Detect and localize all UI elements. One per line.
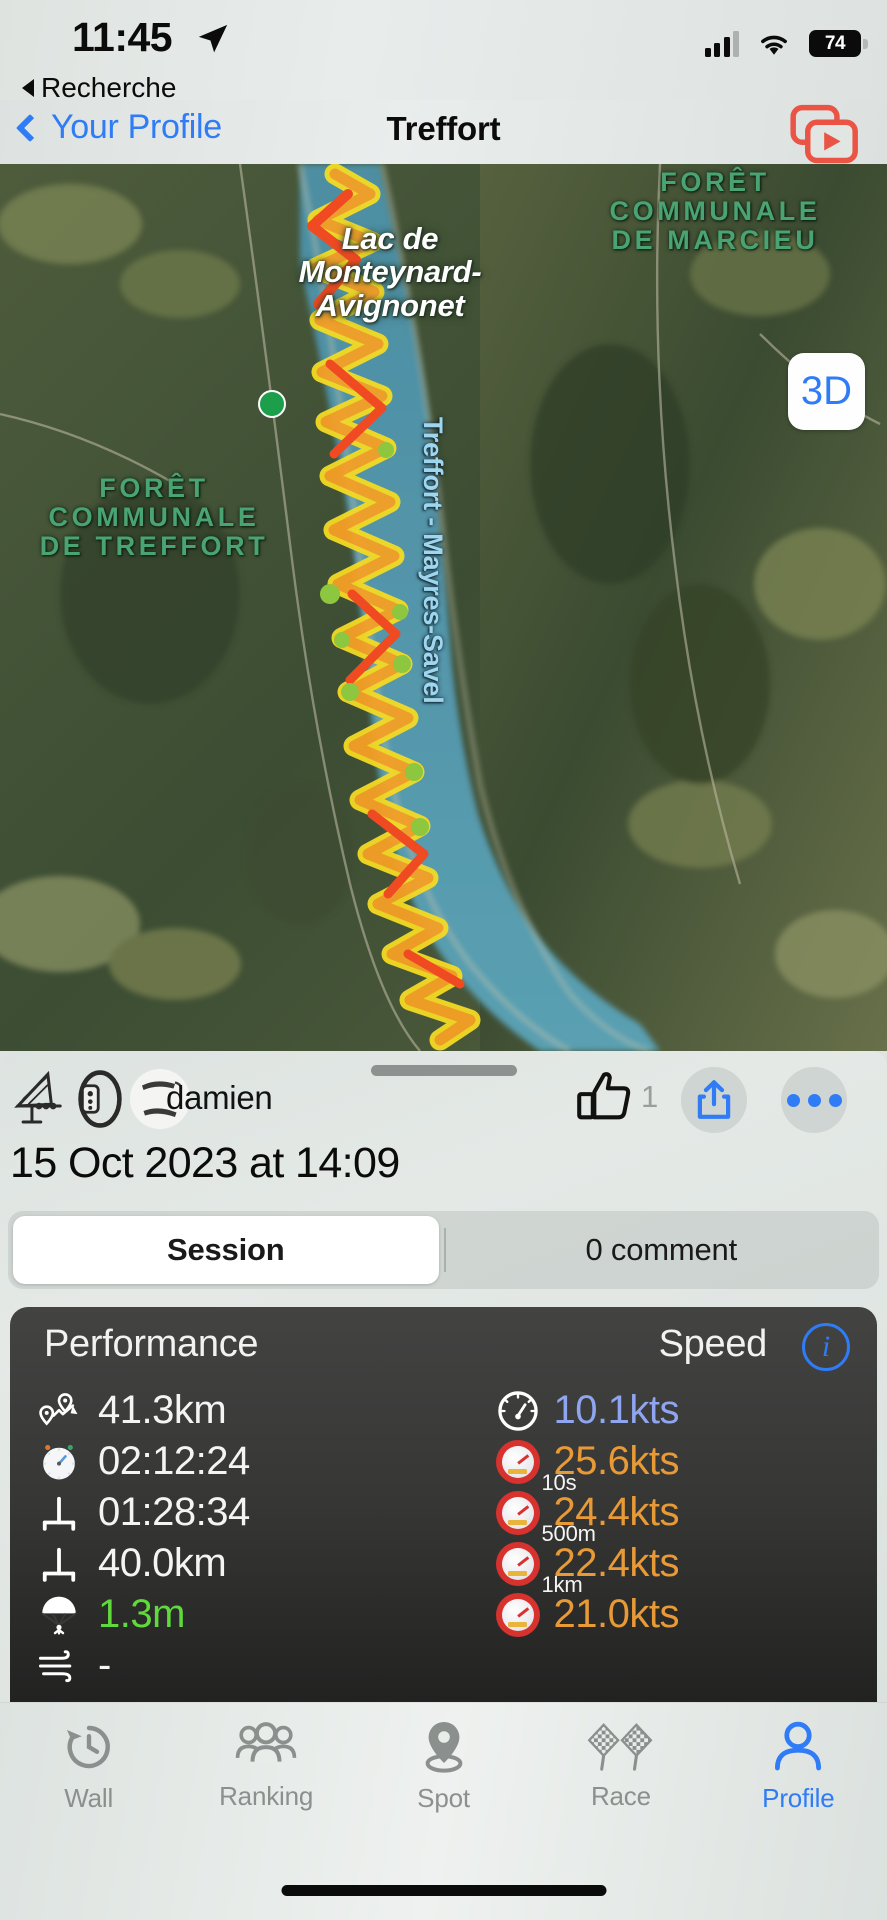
average-speed-value: 10.1kts (553, 1388, 680, 1432)
speed-1km-value: 21.0kts (553, 1592, 680, 1636)
checkered-flags-icon (586, 1719, 656, 1773)
battery-indicator: 74 (809, 30, 868, 57)
tab-race[interactable]: Race (532, 1719, 709, 1843)
tab-wall-label: Wall (64, 1783, 114, 1813)
like-count: 1 (641, 1079, 659, 1114)
tab-ranking[interactable]: Ranking (177, 1719, 354, 1843)
tab-ranking-label: Ranking (219, 1781, 314, 1811)
route-distance-icon (36, 1392, 82, 1430)
stats-columns: 41.3km 02:12:24 01:28:34 40.0km 1.3m - 1… (10, 1385, 877, 1691)
tab-profile-label: Profile (762, 1783, 835, 1813)
tab-session[interactable]: Session (13, 1216, 439, 1284)
page-title: Treffort (386, 110, 501, 147)
share-button[interactable] (681, 1067, 747, 1133)
planing-time-value: 01:28:34 (98, 1490, 250, 1534)
session-map[interactable]: Lac de Monteynard- Avignonet FORÊT COMMU… (0, 164, 887, 1051)
info-icon[interactable]: i (802, 1323, 850, 1371)
stat-row-speed-1km: 1km 21.0kts (495, 1572, 877, 1640)
stats-card-header: Performance Speed i (10, 1307, 877, 1385)
home-indicator[interactable] (281, 1885, 606, 1896)
stat-row-planing-distance: 40.0km (36, 1538, 496, 1589)
average-speed-icon (496, 1389, 540, 1433)
share-icon (695, 1079, 733, 1121)
thumbs-up-icon (573, 1067, 635, 1127)
speed-header: Speed (658, 1323, 768, 1365)
back-app-label: Recherche (41, 72, 177, 103)
map-pin-icon (417, 1719, 471, 1775)
app-screen: 11:45 Recherche 74 Your Profile Treffort… (0, 0, 887, 1920)
back-triangle-icon (22, 79, 34, 97)
speed-column: 10.1kts 25.6kts 10s 24.4kts 500m 22.4kts… (495, 1385, 877, 1691)
status-bar-indicators: 74 (704, 30, 868, 57)
satellite-terrain (0, 164, 887, 1051)
distance-value: 41.3km (98, 1388, 227, 1432)
duration-value: 02:12:24 (98, 1439, 250, 1483)
wifi-icon (756, 30, 792, 57)
video-replay-icon[interactable] (789, 104, 863, 166)
battery-level: 74 (824, 32, 846, 54)
status-bar-time: 11:45 (72, 14, 173, 60)
wind-value: - (98, 1643, 111, 1687)
stopwatch-icon (36, 1441, 82, 1483)
session-user-name[interactable]: damien (166, 1079, 273, 1117)
planing-distance-value: 40.0km (98, 1541, 227, 1585)
stat-row-average-speed: 10.1kts (496, 1385, 877, 1436)
speed-10s-caption: 10s (541, 1470, 577, 1495)
session-icons (8, 1069, 190, 1129)
session-detail-sheet: damien 1 15 Oct 2023 at 14:09 Session 0 … (0, 1051, 887, 1702)
windsurf-sail-icon (8, 1069, 70, 1129)
tab-comments[interactable]: 0 comment (443, 1216, 875, 1284)
person-icon (771, 1719, 825, 1775)
status-bar-back-to-app[interactable]: Recherche (22, 72, 176, 104)
stat-row-planing-time: 01:28:34 (36, 1487, 496, 1538)
gps-tracker-icon (74, 1069, 126, 1129)
tab-race-label: Race (590, 1781, 651, 1811)
session-user-row: damien 1 (0, 1067, 887, 1133)
tab-profile[interactable]: Profile (710, 1719, 887, 1843)
map-3d-toggle-button[interactable]: 3D (788, 353, 865, 430)
session-date: 15 Oct 2023 at 14:09 (10, 1139, 400, 1187)
tab-spot[interactable]: Spot (355, 1719, 532, 1843)
jump-value: 1.3m (98, 1592, 185, 1636)
max-speed-icon (495, 1541, 540, 1586)
max-speed-icon (495, 1490, 540, 1535)
stats-card: Performance Speed i 41.3km 02:12:24 01:2… (10, 1307, 877, 1702)
performance-column: 41.3km 02:12:24 01:28:34 40.0km 1.3m - (10, 1385, 496, 1691)
jump-parachute-icon (36, 1595, 82, 1635)
stat-row-duration: 02:12:24 (36, 1436, 496, 1487)
tab-spot-label: Spot (417, 1783, 470, 1813)
stat-row-distance: 41.3km (36, 1385, 496, 1436)
max-speed-icon (495, 1439, 540, 1484)
people-group-icon (235, 1719, 297, 1773)
speed-500m-caption: 500m (541, 1521, 596, 1546)
speed-1km-caption: 1km (541, 1572, 583, 1597)
performance-header: Performance (44, 1323, 259, 1365)
cellular-signal-icon (704, 30, 739, 57)
wind-icon (36, 1649, 82, 1683)
like-button[interactable]: 1 (573, 1067, 658, 1127)
session-segmented-control: Session 0 comment (8, 1211, 879, 1289)
more-dots-icon (786, 1093, 842, 1107)
bottom-tab-bar: Wall Ranking Spot Race Profile (0, 1702, 887, 1920)
navigation-bar: Your Profile Treffort (0, 100, 887, 164)
planing-distance-icon (36, 1545, 82, 1583)
tab-list: Wall Ranking Spot Race Profile (0, 1703, 887, 1843)
stat-row-jump: 1.3m (36, 1589, 496, 1640)
planing-time-icon (36, 1494, 82, 1532)
max-speed-icon (495, 1592, 540, 1637)
tab-wall[interactable]: Wall (0, 1719, 177, 1843)
location-arrow-icon (196, 22, 230, 56)
status-bar: 11:45 Recherche 74 (0, 0, 887, 103)
history-clock-icon (61, 1719, 117, 1775)
stat-row-wind: - (36, 1640, 496, 1691)
more-options-button[interactable] (781, 1067, 847, 1133)
